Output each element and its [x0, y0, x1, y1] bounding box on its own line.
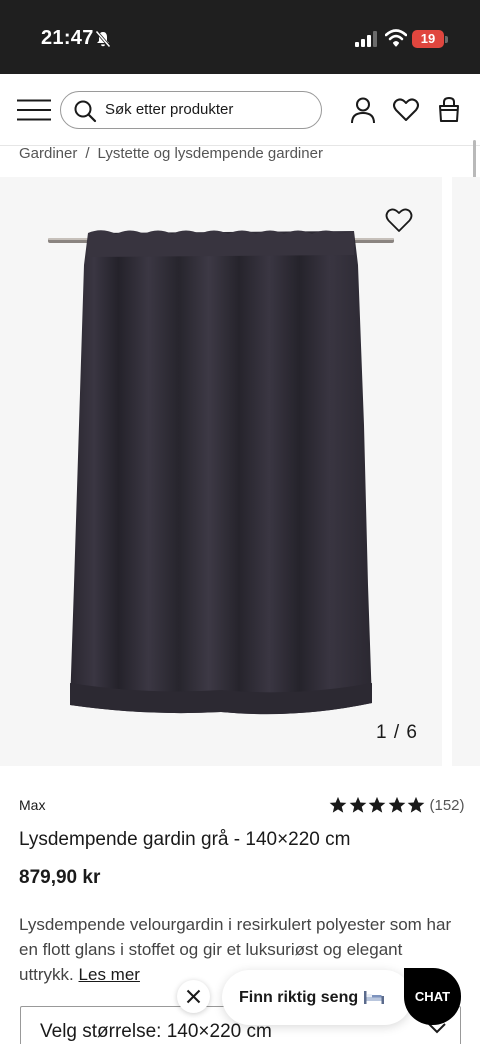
battery-tip — [445, 36, 448, 43]
gallery-next-image[interactable] — [452, 177, 480, 766]
breadcrumb: Gardiner / Lystette og lysdempende gardine… — [19, 145, 323, 162]
site-header: Søk etter produkter — [0, 74, 480, 146]
search-icon — [74, 100, 97, 123]
chat-button[interactable]: CHAT — [404, 968, 461, 1025]
menu-icon[interactable] — [17, 99, 51, 121]
wifi-icon — [385, 29, 407, 47]
star-icon — [388, 796, 405, 813]
bell-muted-icon — [95, 30, 111, 48]
gallery-counter: 1 / 6 — [376, 722, 418, 743]
star-icon — [368, 796, 386, 813]
product-brand[interactable]: Max — [19, 797, 45, 813]
breadcrumb-separator: / — [85, 145, 90, 162]
bed-icon — [364, 991, 384, 1004]
signal-icon — [355, 31, 377, 47]
rating-count: (152) — [429, 796, 465, 814]
size-select-label: Velg størrelse: 140×220 cm — [40, 1021, 272, 1042]
bed-finder-label: Finn riktig seng — [239, 989, 359, 1006]
star-icon — [407, 796, 425, 813]
user-icon[interactable] — [349, 96, 377, 124]
close-bed-finder-button[interactable] — [177, 980, 210, 1013]
bag-icon[interactable] — [435, 96, 463, 124]
battery-icon: 19 — [412, 30, 444, 48]
product-title: Lysdempende gardin grå - 140×220 cm — [19, 829, 351, 850]
product-rating[interactable]: (152) — [329, 795, 465, 815]
breadcrumb-item-lystette[interactable]: Lystette og lysdempende gardiner — [98, 145, 323, 162]
product-price: 879,90 kr — [19, 867, 101, 888]
search-field[interactable]: Søk etter produkter — [60, 91, 322, 129]
close-icon — [186, 989, 201, 1004]
product-image — [48, 230, 394, 715]
status-bar: 21:47 19 — [0, 0, 480, 74]
status-time: 21:47 — [41, 27, 94, 49]
search-input[interactable]: Søk etter produkter — [105, 101, 233, 118]
read-more-link[interactable]: Les mer — [79, 965, 140, 984]
breadcrumb-item-gardiner[interactable]: Gardiner — [19, 145, 77, 162]
star-icon — [329, 796, 347, 813]
product-gallery[interactable]: 1 / 6 — [0, 177, 442, 766]
heart-icon[interactable] — [392, 96, 420, 124]
star-icon — [349, 796, 366, 813]
bed-finder-button[interactable]: Finn riktig seng — [222, 970, 412, 1025]
